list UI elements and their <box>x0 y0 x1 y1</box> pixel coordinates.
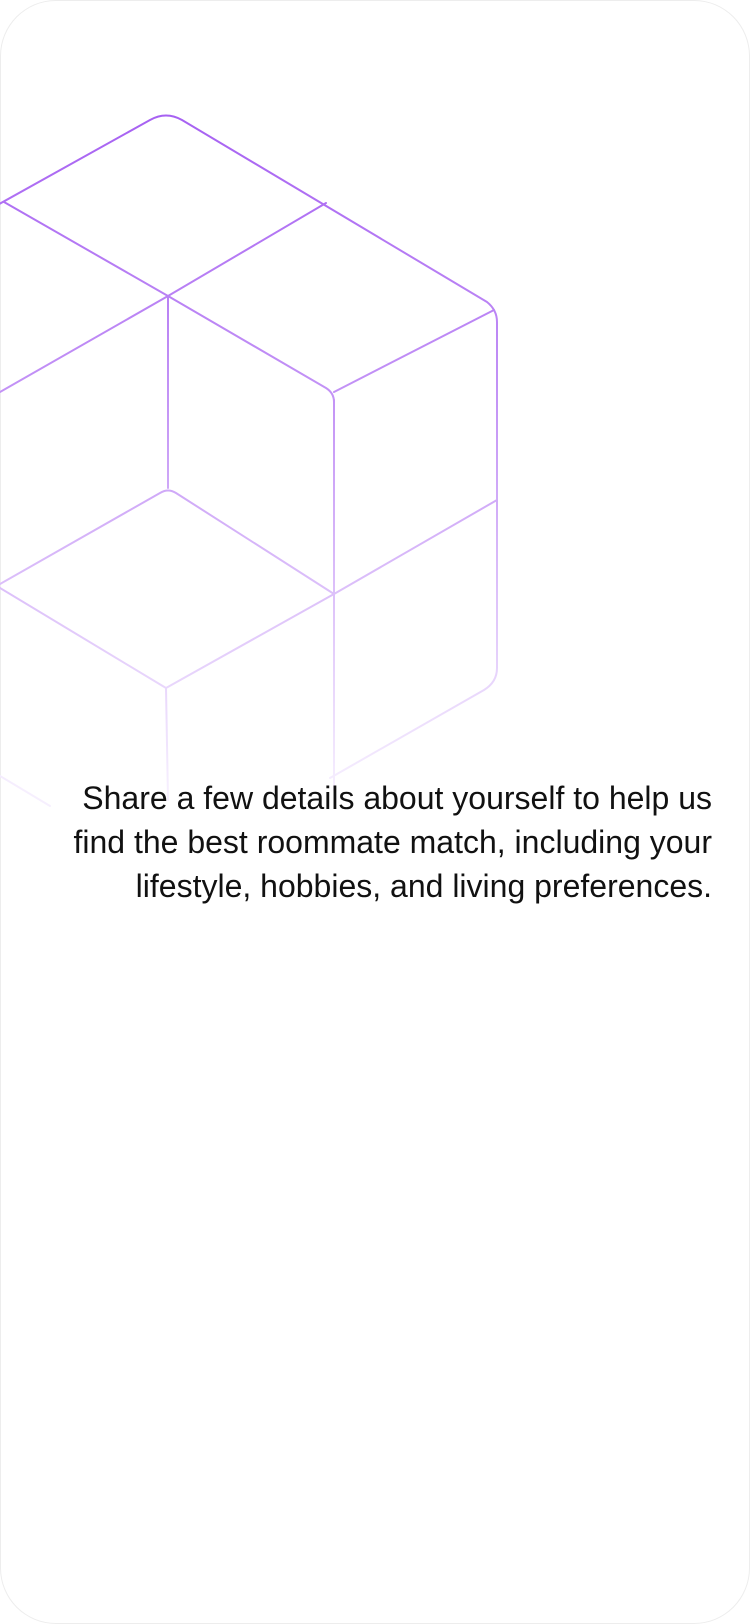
onboarding-screen: Share a few details about yourself to he… <box>0 0 750 1624</box>
isometric-cubes-icon <box>0 114 498 807</box>
onboarding-description: Share a few details about yourself to he… <box>73 780 712 904</box>
